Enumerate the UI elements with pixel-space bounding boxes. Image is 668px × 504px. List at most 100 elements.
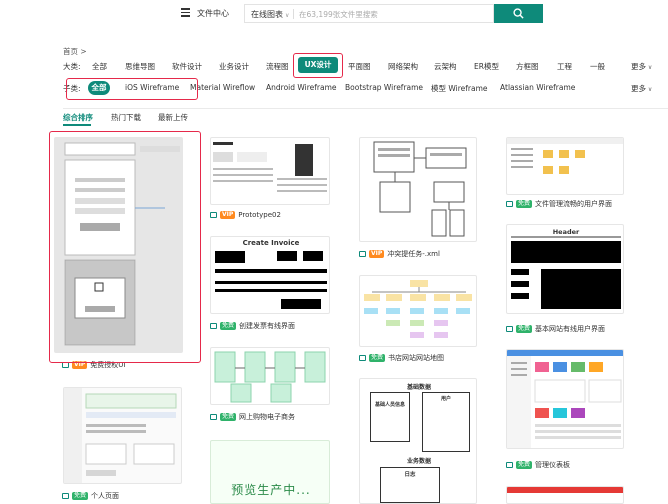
preview-generating-text: 预览生产中... [231, 483, 311, 497]
file-manager-preview [507, 138, 623, 174]
template-thumbnail[interactable] [210, 347, 330, 405]
template-file-icon [210, 212, 217, 218]
search-button[interactable] [494, 4, 543, 23]
template-thumbnail[interactable] [359, 275, 477, 347]
template-thumbnail[interactable] [63, 387, 182, 484]
template-file-icon [506, 326, 513, 332]
dashboard-preview [507, 350, 623, 448]
template-caption[interactable]: VIP 冲突提任务-.xml [359, 249, 440, 259]
template-file-icon [359, 251, 366, 257]
vip-badge: VIP [220, 211, 236, 219]
subcategory-item-mockup[interactable]: 模型 Wireframe [431, 83, 488, 94]
free-badge: 免费 [516, 200, 533, 208]
sort-tab-popular[interactable]: 热门下载 [111, 112, 141, 123]
category-item-er[interactable]: ER模型 [474, 61, 499, 72]
template-thumbnail[interactable]: 预览生产中... [210, 440, 330, 504]
prototype-preview [213, 142, 327, 192]
subcategory-item-bootstrap[interactable]: Bootstrap Wireframe [345, 83, 423, 92]
search-icon [513, 8, 524, 19]
category-item-network[interactable]: 网络架构 [388, 61, 418, 72]
sort-tab-newest[interactable]: 最新上传 [158, 112, 188, 123]
template-title: 网上购物电子商务 [239, 413, 296, 421]
sort-tab-underline [63, 124, 91, 126]
template-title: 创建发票有线界面 [239, 322, 296, 330]
template-file-icon [359, 355, 366, 361]
template-caption[interactable]: 免费 个人页面 [62, 491, 119, 501]
template-caption[interactable]: 免费 创建发票有线界面 [210, 321, 295, 331]
template-file-icon [506, 462, 513, 468]
chevron-down-icon: ∨ [646, 64, 653, 71]
category-item-engineering[interactable]: 工程 [557, 61, 572, 72]
category-item-all[interactable]: 全部 [92, 61, 107, 72]
subcategory-more-button[interactable]: 更多 ∨ [631, 83, 652, 94]
template-file-icon [210, 323, 217, 329]
template-caption[interactable]: 免费 管理仪表板 [506, 460, 570, 470]
template-preview [507, 487, 623, 493]
subcategory-item-android[interactable]: Android Wireframe [266, 83, 337, 92]
subcategory-item-atlassian[interactable]: Atlassian Wireframe [500, 83, 575, 92]
highlight-box-card [49, 131, 201, 363]
category-more-button[interactable]: 更多 ∨ [631, 61, 652, 72]
template-thumbnail[interactable] [506, 486, 624, 504]
hamburger-menu-icon[interactable] [181, 8, 190, 17]
vip-badge: VIP [369, 250, 385, 258]
free-badge: 免费 [369, 354, 386, 362]
basic-data-label: 基础数据 [406, 384, 431, 391]
filter-divider [63, 108, 668, 109]
sitemap-preview [364, 280, 472, 338]
chevron-down-icon: ∨ [646, 86, 653, 93]
search-input[interactable] [299, 7, 489, 21]
free-badge: 免费 [220, 322, 237, 330]
diagram-box: 基础人员信息 [370, 392, 410, 442]
profile-page-preview [64, 388, 177, 483]
category-item-general[interactable]: 一般 [590, 61, 605, 72]
template-title: 管理仪表板 [535, 461, 571, 469]
template-title: 冲突提任务-.xml [387, 250, 440, 258]
website-wireframe-preview [511, 236, 621, 309]
template-thumbnail[interactable]: Header [506, 224, 624, 314]
category-item-software[interactable]: 软件设计 [172, 61, 202, 72]
template-thumbnail[interactable] [210, 137, 330, 205]
template-thumbnail[interactable] [359, 137, 477, 242]
subcategory-item-material[interactable]: Material Wireflow [190, 83, 255, 92]
template-caption[interactable]: 免费 网上购物电子商务 [210, 412, 295, 422]
category-item-business[interactable]: 业务设计 [219, 61, 249, 72]
search-box: 在线图表 ∨ [244, 4, 494, 23]
template-thumbnail[interactable] [506, 349, 624, 449]
basic-info-label: 基础人员信息 [374, 402, 405, 408]
template-file-icon [506, 201, 513, 207]
template-title: 个人页面 [91, 492, 120, 500]
template-caption[interactable]: 免费 书店网站网站地图 [359, 353, 444, 363]
ecommerce-preview [214, 351, 326, 403]
category-item-block[interactable]: 方框图 [516, 61, 539, 72]
highlight-box-subcategory [66, 78, 198, 100]
breadcrumb[interactable]: 首页 > [63, 46, 87, 57]
chevron-down-icon: ∨ [285, 12, 290, 19]
sort-tab-overall[interactable]: 综合排序 [63, 112, 93, 123]
template-file-icon [62, 493, 69, 499]
file-center-link[interactable]: 文件中心 [197, 8, 229, 19]
template-title: 文件管理流畅的用户界面 [535, 200, 613, 208]
log-label: 日志 [404, 472, 416, 478]
category-item-mindmap[interactable]: 思维导图 [125, 61, 155, 72]
top-bar: 文件中心 在线图表 ∨ [0, 0, 668, 28]
template-thumbnail[interactable]: Create Invoice [210, 236, 330, 314]
search-type-select[interactable]: 在线图表 ∨ [251, 9, 289, 20]
free-badge: 免费 [516, 325, 533, 333]
diagram-box: 用户 [422, 392, 470, 452]
highlight-box-category [293, 53, 343, 78]
category-item-floorplan[interactable]: 平面图 [348, 61, 371, 72]
template-title: Prototype02 [238, 211, 281, 219]
category-item-flowchart[interactable]: 流程图 [266, 61, 289, 72]
template-caption[interactable]: 免费 基本网站有线用户界面 [506, 324, 605, 334]
flow-preview [373, 141, 467, 237]
free-badge: 免费 [220, 413, 237, 421]
template-thumbnail[interactable] [506, 137, 624, 195]
category-item-cloud[interactable]: 云架构 [434, 61, 457, 72]
template-thumbnail[interactable]: 基础数据 基础人员信息 用户 业务数据 日志 [359, 378, 477, 504]
template-caption[interactable]: 免费 文件管理流畅的用户界面 [506, 199, 612, 209]
template-title: 书店网站网站地图 [388, 354, 445, 362]
template-caption[interactable]: VIP Prototype02 [210, 211, 281, 219]
template-file-icon [210, 414, 217, 420]
user-label: 用户 [440, 396, 451, 402]
